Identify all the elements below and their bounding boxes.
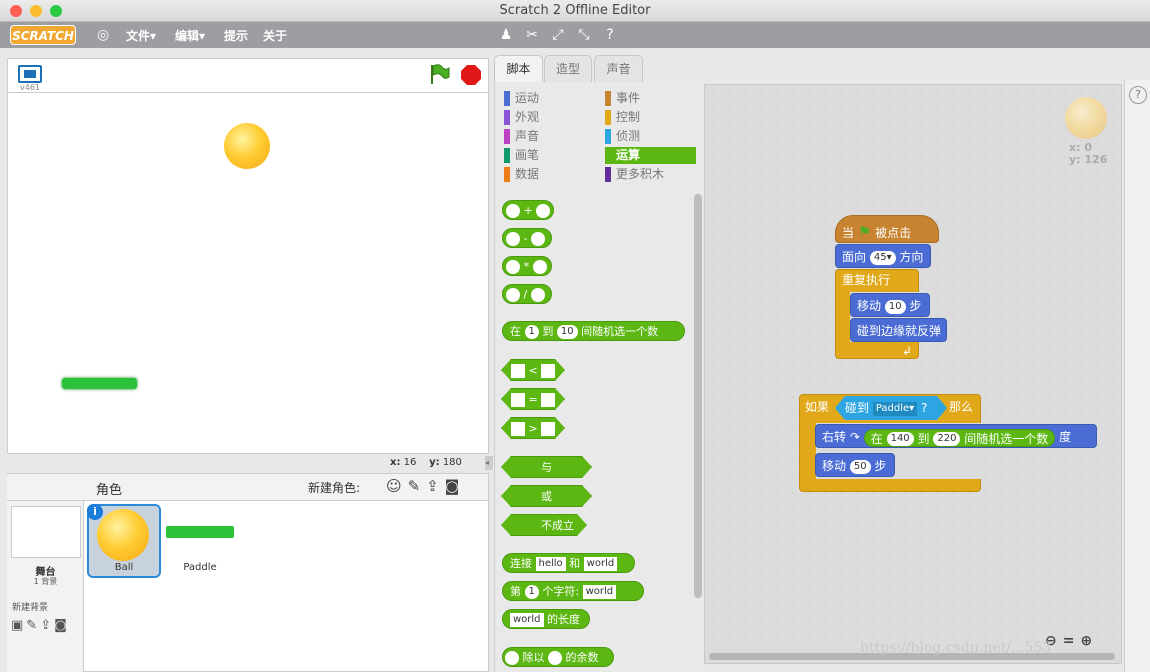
sprite-name: Paddle <box>183 562 217 573</box>
block-pick-random[interactable]: 在 1 到 10 间随机选一个数 <box>502 321 685 341</box>
block-touching[interactable]: 碰到 Paddle▾ ? <box>835 396 947 420</box>
block-add[interactable]: + <box>502 200 554 220</box>
category-data[interactable]: 数据 <box>504 166 539 183</box>
ball-thumbnail <box>97 509 149 561</box>
ball-sprite[interactable] <box>224 123 270 169</box>
category-pen[interactable]: 画笔 <box>504 147 539 164</box>
block-length-of[interactable]: world 的长度 <box>502 609 590 629</box>
category-sensing[interactable]: 侦测 <box>605 128 640 145</box>
backdrop-count: 1 背景 <box>33 577 58 586</box>
category-more-blocks[interactable]: 更多积木 <box>605 166 664 183</box>
duplicate-icon[interactable]: ♟ <box>497 26 515 44</box>
help-icon[interactable]: ? <box>1129 86 1147 104</box>
info-icon[interactable]: i <box>87 504 103 520</box>
sprite-position: x: 0 y: 126 <box>1069 141 1108 166</box>
block-letter-of[interactable]: 第 1 个字符: world <box>502 581 644 601</box>
delete-scissors-icon[interactable]: ✂ <box>523 26 541 44</box>
block-bounce-on-edge[interactable]: 碰到边缘就反弹 <box>850 318 947 342</box>
block-point-in-direction[interactable]: 面向 45▾ 方向 <box>835 244 931 268</box>
block-multiply[interactable]: * <box>502 256 552 276</box>
sprite-thumb-paddle[interactable]: Paddle <box>164 504 236 578</box>
shrink-icon[interactable]: ⤡ <box>575 26 593 44</box>
block-and[interactable]: 与 <box>501 456 592 478</box>
block-equals[interactable]: = <box>501 388 565 410</box>
scratch-logo: SCRATCH <box>10 25 76 45</box>
block-mod[interactable]: 除以 的余数 <box>502 647 614 667</box>
paint-landscape-icon[interactable]: ▣ <box>11 618 26 633</box>
loop-arrow-icon: ↲ <box>902 344 913 358</box>
block-subtract[interactable]: - <box>502 228 552 248</box>
palette-scrollbar[interactable] <box>694 194 702 598</box>
tab-costumes[interactable]: 造型 <box>544 55 592 83</box>
script-area[interactable]: x: 0 y: 126 当 ⚑ 被点击 面向 45▾ 方向 重复执行 ↲ 移动 1… <box>704 84 1122 664</box>
pencil-icon[interactable]: ✎ <box>26 618 40 633</box>
block-when-flag-clicked[interactable]: 当 ⚑ 被点击 <box>835 215 939 243</box>
block-turn-right[interactable]: 右转 ↷ 在 140 到 220 间随机选一个数 度 <box>815 424 1097 448</box>
zoom-reset-icon[interactable]: = <box>1063 633 1081 649</box>
category-looks[interactable]: 外观 <box>504 109 539 126</box>
window-title: Scratch 2 Offline Editor <box>499 3 651 18</box>
new-backdrop-label: 新建背景 <box>12 603 49 613</box>
sprite-pane-header: 角色 新建角色: ☺✎⇪◙ <box>84 474 488 501</box>
globe-icon[interactable]: ◎ <box>97 27 109 43</box>
block-join[interactable]: 连接 hello 和 world <box>502 553 635 573</box>
collapse-arrow-icon[interactable]: ◂ <box>485 456 493 470</box>
upload-icon[interactable]: ⇪ <box>40 618 54 633</box>
category-sound[interactable]: 声音 <box>504 128 539 145</box>
help-strip: ? <box>1124 80 1150 672</box>
tab-sounds[interactable]: 声音 <box>594 55 643 83</box>
library-sprite-icon[interactable]: ☺ <box>386 477 408 495</box>
mouse-coords: x: 16 y: 180 <box>390 457 462 468</box>
menu-tips[interactable]: 提示 <box>224 27 248 44</box>
block-or[interactable]: 或 <box>501 485 592 507</box>
upload-sprite-icon[interactable]: ⇪ <box>426 477 445 495</box>
block-move-steps[interactable]: 移动 10 步 <box>850 293 930 317</box>
turn-right-icon: ↷ <box>849 430 860 444</box>
grow-icon[interactable]: ⤢ <box>549 26 567 44</box>
green-flag-icon: ⚑ <box>857 223 872 241</box>
block-palette: 运动 外观 声音 画笔 数据 事件 控制 侦测 运算 更多积木 + - * / … <box>494 82 704 672</box>
category-events[interactable]: 事件 <box>605 90 640 107</box>
menu-bar: ◎ 文件▾ 编辑▾ 提示 关于 ♟ ✂ ⤢ ⤡ ? <box>0 22 1150 48</box>
presentation-mode-icon[interactable] <box>18 65 42 83</box>
new-sprite-label: 新建角色: <box>308 481 361 495</box>
block-less-than[interactable]: < <box>501 359 565 381</box>
paddle-thumbnail <box>166 526 234 538</box>
block-pick-random-inline[interactable]: 在 140 到 220 间随机选一个数 <box>863 428 1056 447</box>
block-move-steps[interactable]: 移动 50 步 <box>815 453 895 477</box>
paddle-sprite[interactable] <box>62 378 137 389</box>
version-label: v461 <box>20 83 41 92</box>
zoom-controls: ⊖=⊕ <box>1045 633 1098 649</box>
camera-icon[interactable]: ◙ <box>54 618 70 633</box>
stop-sign-icon[interactable] <box>461 65 481 85</box>
stage-canvas[interactable] <box>7 92 489 454</box>
category-operators[interactable]: 运算 <box>605 147 696 164</box>
camera-icon[interactable]: ◙ <box>445 477 466 495</box>
block-not[interactable]: 不成立 <box>501 514 587 536</box>
help-icon[interactable]: ? <box>601 26 619 44</box>
category-motion[interactable]: 运动 <box>504 90 539 107</box>
title-bar: Scratch 2 Offline Editor <box>0 0 1150 22</box>
block-divide[interactable]: / <box>502 284 552 304</box>
green-flag-icon[interactable] <box>428 63 450 85</box>
block-greater-than[interactable]: > <box>501 417 565 439</box>
current-sprite-thumbnail <box>1065 97 1107 139</box>
paint-sprite-icon[interactable]: ✎ <box>408 477 427 495</box>
sprites-title: 角色 <box>96 483 123 498</box>
menu-about[interactable]: 关于 <box>263 27 287 44</box>
menu-file[interactable]: 文件▾ <box>126 27 156 44</box>
tab-scripts[interactable]: 脚本 <box>494 55 543 84</box>
zoom-in-icon[interactable]: ⊕ <box>1080 633 1098 649</box>
stage-thumbnail[interactable] <box>11 506 81 558</box>
new-backdrop-tools: ▣✎⇪◙ <box>11 618 70 633</box>
watermark: https://blog.csdn.net/...553 <box>860 640 1052 656</box>
new-sprite-tools: ☺✎⇪◙ <box>386 477 465 495</box>
stage-header: v461 <box>7 58 489 93</box>
sprite-name: Ball <box>114 562 134 573</box>
menu-edit[interactable]: 编辑▾ <box>175 27 205 44</box>
category-control[interactable]: 控制 <box>605 109 640 126</box>
